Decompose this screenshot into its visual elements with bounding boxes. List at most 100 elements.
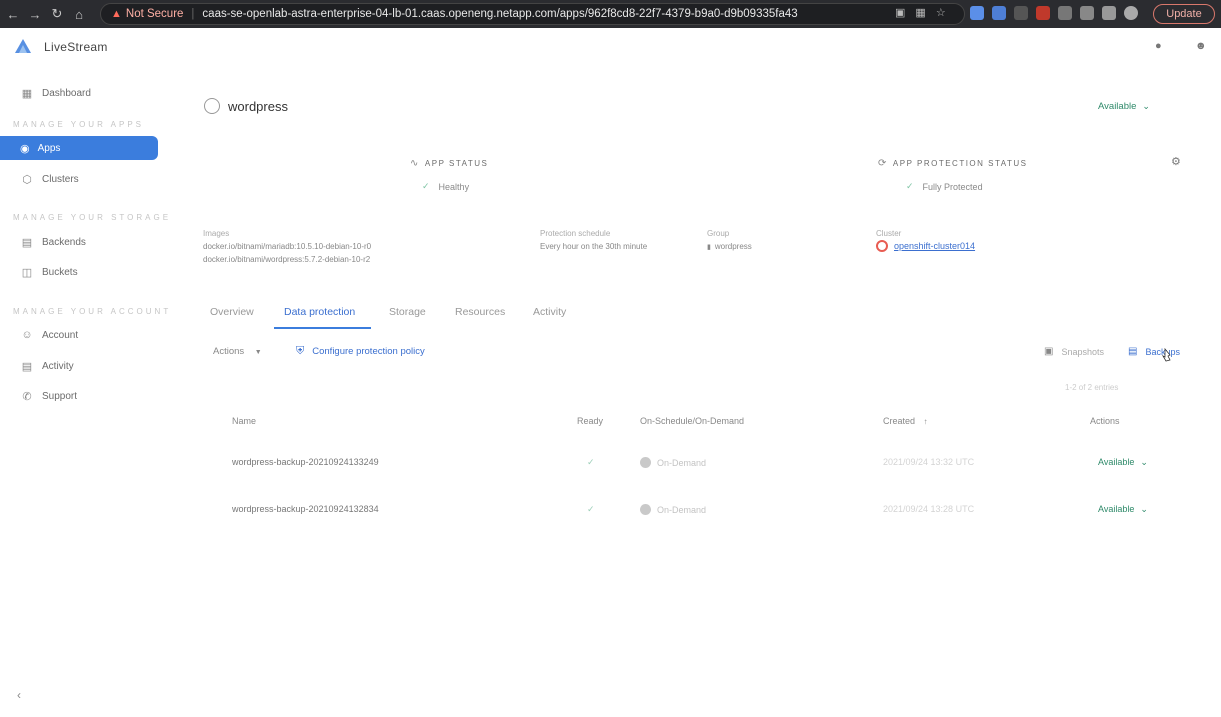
protection-status-label: APP PROTECTION STATUS bbox=[892, 159, 1028, 168]
caret-down-icon: ▼ bbox=[254, 349, 262, 356]
protection-icon: ⟳ bbox=[878, 158, 888, 169]
column-header-actions: Actions bbox=[1090, 416, 1120, 426]
app-name: wordpress bbox=[228, 98, 288, 114]
configure-label: Configure protection policy bbox=[312, 346, 425, 357]
activity-icon: ▤ bbox=[21, 360, 33, 373]
livestream-logo-icon bbox=[15, 39, 31, 53]
backups-toggle[interactable]: ▤ Backups bbox=[1128, 346, 1180, 357]
sidebar-item-label: Backends bbox=[42, 236, 86, 248]
bucket-icon: ◫ bbox=[21, 266, 33, 279]
column-header-created[interactable]: Created ↑ bbox=[883, 416, 928, 426]
column-header-schedule[interactable]: On-Schedule/On-Demand bbox=[640, 416, 744, 426]
sidebar-item-support[interactable]: ✆ Support bbox=[20, 386, 77, 406]
extension-icon[interactable] bbox=[992, 6, 1006, 20]
user-icon[interactable]: ☻ bbox=[1195, 40, 1207, 52]
home-icon[interactable]: ⌂ bbox=[70, 5, 88, 23]
bell-icon[interactable]: ● bbox=[1155, 40, 1162, 52]
app-status-value: ✓ Healthy bbox=[422, 181, 469, 192]
gear-icon[interactable]: ⚙ bbox=[1171, 155, 1181, 168]
column-header-ready[interactable]: Ready bbox=[577, 416, 603, 426]
cast-icon[interactable]: ▣ bbox=[895, 6, 905, 19]
shield-icon: ⛨ bbox=[296, 345, 305, 357]
protection-status-heading: ⟳ APP PROTECTION STATUS bbox=[878, 158, 1028, 169]
security-label: Not Secure bbox=[125, 8, 184, 20]
actions-dropdown[interactable]: Actions ▼ bbox=[213, 346, 262, 357]
update-button[interactable]: Update bbox=[1153, 4, 1215, 24]
created-header-label: Created bbox=[883, 416, 916, 426]
sidebar-item-label: Apps bbox=[37, 142, 61, 154]
schedule-text: On-Demand bbox=[657, 457, 707, 468]
protection-status-value: ✓ Fully Protected bbox=[906, 181, 983, 192]
address-bar[interactable]: ▲ Not Secure | caas-se-openlab-astra-ent… bbox=[100, 3, 965, 25]
schedule-cell: On-Demand bbox=[640, 504, 706, 515]
sidebar-item-clusters[interactable]: ⬡ Clusters bbox=[20, 169, 79, 189]
sidebar-item-label: Clusters bbox=[42, 173, 79, 185]
sidebar-item-dashboard[interactable]: ▦ Dashboard bbox=[20, 83, 91, 103]
chevron-down-icon: ⌄ bbox=[1140, 457, 1148, 467]
backup-state-label: Available bbox=[1098, 457, 1135, 467]
cluster-link-text: openshift-cluster014 bbox=[894, 241, 976, 251]
app-status-heading: ∿ APP STATUS bbox=[410, 158, 488, 169]
created-cell: 2021/09/24 13:28 UTC bbox=[883, 504, 975, 514]
extension-icon[interactable] bbox=[1036, 6, 1050, 20]
check-icon: ✓ bbox=[906, 181, 914, 191]
backup-state-dropdown[interactable]: Available ⌄ bbox=[1098, 504, 1148, 515]
chevron-down-icon: ⌄ bbox=[1142, 101, 1150, 111]
tab-overview[interactable]: Overview bbox=[210, 306, 254, 318]
on-demand-icon bbox=[640, 504, 651, 515]
account-icon: ☺ bbox=[21, 329, 33, 341]
image-line: docker.io/bitnami/mariadb:10.5.10-debian… bbox=[203, 242, 372, 251]
sidebar-item-backends[interactable]: ▤ Backends bbox=[20, 232, 86, 252]
bookmark-star-icon[interactable]: ☆ bbox=[936, 6, 946, 19]
sidebar-item-label: Buckets bbox=[42, 266, 78, 278]
group-label: Group bbox=[707, 229, 730, 238]
image-line: docker.io/bitnami/wordpress:5.7.2-debian… bbox=[203, 255, 371, 264]
dashboard-icon: ▦ bbox=[21, 87, 33, 100]
sidebar-item-account[interactable]: ☺ Account bbox=[20, 325, 78, 345]
sidebar-item-label: Activity bbox=[42, 360, 74, 372]
sidebar-item-label: Dashboard bbox=[42, 87, 91, 99]
tab-resources[interactable]: Resources bbox=[455, 306, 505, 318]
qr-icon[interactable]: ▦ bbox=[915, 6, 925, 19]
reload-icon[interactable]: ↻ bbox=[48, 5, 66, 23]
chevron-down-icon: ⌄ bbox=[1140, 504, 1148, 514]
sidebar-item-apps[interactable]: ◉ Apps bbox=[0, 136, 158, 160]
sidebar-item-buckets[interactable]: ◫ Buckets bbox=[20, 262, 78, 282]
cluster-link[interactable]: openshift-cluster014 bbox=[876, 240, 975, 252]
configure-protection-policy-button[interactable]: ⛨ Configure protection policy bbox=[296, 345, 425, 358]
brand-name: LiveStream bbox=[44, 40, 108, 54]
column-header-name[interactable]: Name bbox=[232, 416, 256, 426]
schedule-value: Every hour on the 30th minute bbox=[540, 242, 648, 251]
profile-avatar-icon[interactable] bbox=[1124, 6, 1138, 20]
mouse-cursor-icon bbox=[1162, 348, 1171, 362]
forward-icon[interactable]: → bbox=[26, 5, 44, 23]
sidebar-item-label: Support bbox=[42, 390, 78, 402]
backup-state-dropdown[interactable]: Available ⌄ bbox=[1098, 457, 1148, 468]
sidebar-item-activity[interactable]: ▤ Activity bbox=[20, 356, 74, 376]
cluster-label: Cluster bbox=[876, 229, 902, 238]
folder-icon: ▮ bbox=[707, 244, 711, 251]
support-icon: ✆ bbox=[22, 390, 32, 403]
collapse-sidebar-icon[interactable]: ‹ bbox=[17, 688, 21, 702]
extension-icon[interactable] bbox=[1080, 6, 1094, 20]
tab-storage[interactable]: Storage bbox=[389, 306, 426, 318]
tab-activity[interactable]: Activity bbox=[533, 306, 566, 318]
sidebar-section-account: MANAGE YOUR ACCOUNT bbox=[13, 307, 172, 316]
created-cell: 2021/09/24 13:32 UTC bbox=[883, 457, 975, 467]
on-demand-icon bbox=[640, 457, 651, 468]
extension-icon[interactable] bbox=[1014, 6, 1028, 20]
back-icon[interactable]: ← bbox=[4, 5, 22, 23]
snapshots-toggle[interactable]: ▣ Snapshots bbox=[1044, 346, 1104, 357]
check-icon: ✓ bbox=[422, 181, 430, 191]
tab-data-protection[interactable]: Data protection bbox=[284, 306, 355, 318]
extension-icon[interactable] bbox=[1058, 6, 1072, 20]
app-icon bbox=[204, 98, 220, 114]
extension-icon[interactable] bbox=[970, 6, 984, 20]
app-state-dropdown[interactable]: Available ⌄ bbox=[1098, 101, 1150, 112]
openshift-icon bbox=[876, 240, 888, 252]
extension-icon[interactable] bbox=[1102, 6, 1116, 20]
schedule-cell: On-Demand bbox=[640, 457, 706, 468]
backup-name: wordpress-backup-20210924133249 bbox=[232, 457, 379, 467]
active-tab-indicator bbox=[274, 327, 371, 329]
sort-arrow-up-icon: ↑ bbox=[923, 417, 928, 426]
